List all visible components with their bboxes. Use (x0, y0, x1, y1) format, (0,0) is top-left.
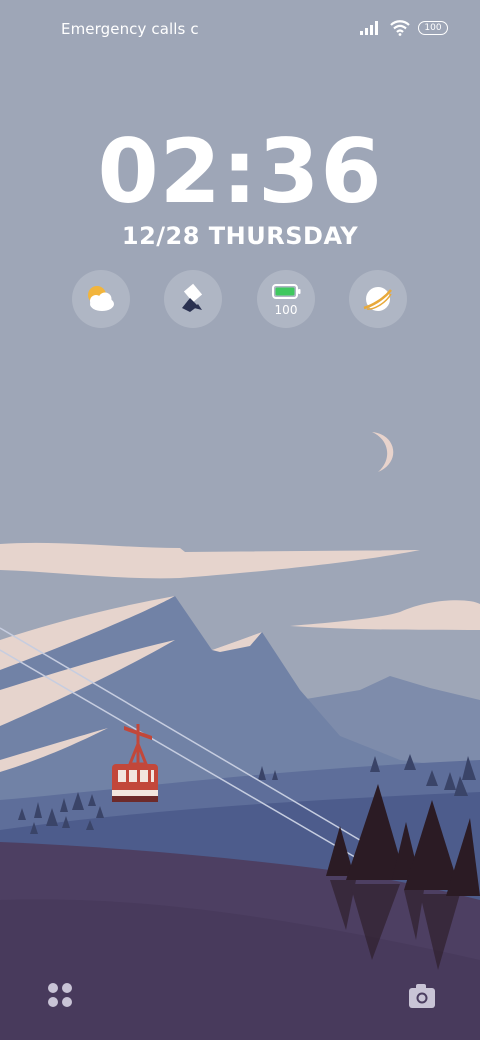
cleaner-widget[interactable] (164, 270, 222, 328)
battery-widget-label: 100 (274, 303, 298, 317)
signal-icon (360, 21, 378, 35)
lock-clock: 02:36 (97, 120, 383, 223)
status-icons: 100 (360, 18, 448, 38)
apps-shortcut[interactable] (40, 976, 80, 1016)
battery-icon (272, 284, 301, 299)
planet-icon (363, 287, 392, 311)
weather-widget[interactable] (72, 270, 130, 328)
status-bar: Emergency calls c 100 (0, 0, 480, 56)
widget-row: 100 (0, 270, 480, 328)
partly-cloudy-icon (88, 286, 114, 311)
camera-shortcut[interactable] (402, 976, 442, 1016)
battery-widget[interactable]: 100 (257, 270, 315, 328)
apps-icon (48, 983, 72, 1007)
carrier-text: Emergency calls c (61, 20, 199, 38)
planet-widget[interactable] (349, 270, 407, 328)
lock-date: 12/28 THURSDAY (121, 222, 359, 250)
battery-icon: 100 (418, 21, 448, 35)
camera-icon (409, 984, 435, 1008)
wifi-icon (390, 20, 410, 36)
broom-icon (182, 283, 203, 312)
